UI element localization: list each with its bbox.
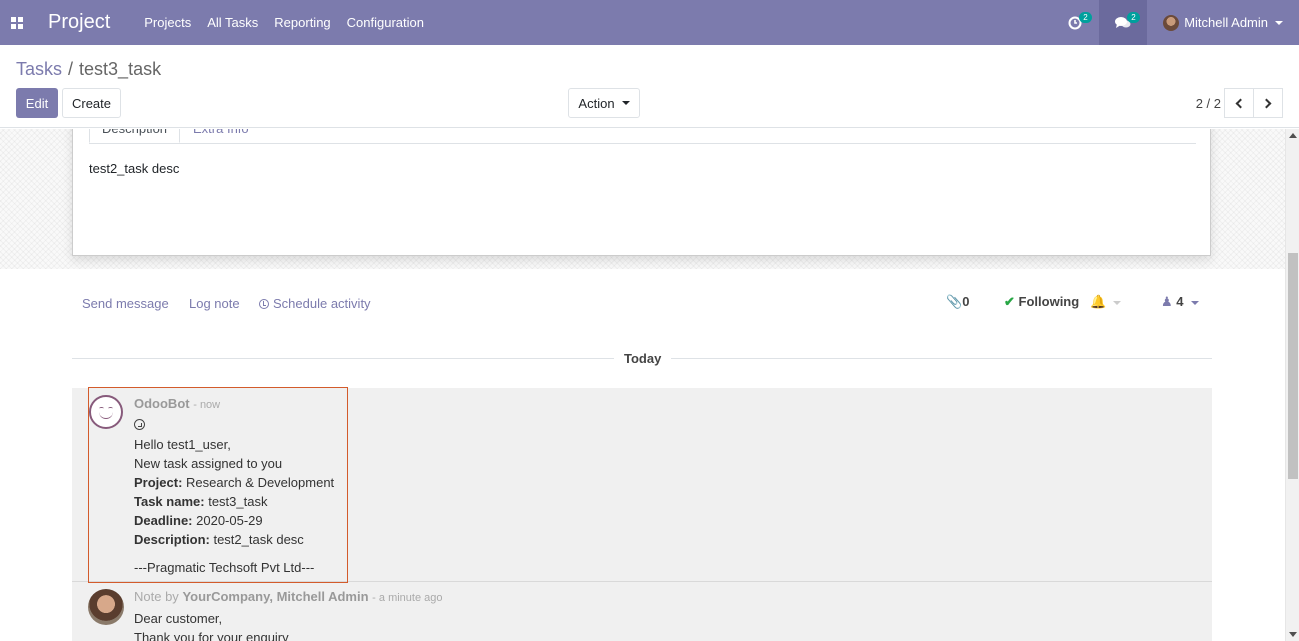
breadcrumb-separator: / bbox=[68, 59, 74, 79]
activities-button[interactable]: 2 bbox=[1051, 0, 1099, 45]
user-avatar bbox=[1163, 14, 1180, 31]
user-menu[interactable]: Mitchell Admin bbox=[1147, 0, 1299, 45]
vertical-scrollbar[interactable] bbox=[1285, 129, 1299, 641]
followers-count: 4 bbox=[1176, 294, 1184, 309]
user-icon: ♟ bbox=[1161, 294, 1173, 309]
message-badge: 2 bbox=[1127, 12, 1140, 23]
chevron-down-icon bbox=[1113, 300, 1122, 305]
message-line: Dear customer, bbox=[134, 611, 223, 626]
scroll-up-icon[interactable] bbox=[1289, 133, 1297, 138]
chevron-left-icon bbox=[1235, 98, 1246, 108]
chatter-topbar: Send message Log note Schedule activity … bbox=[72, 281, 1211, 321]
chevron-right-icon bbox=[1261, 98, 1272, 108]
top-navbar: Project Projects All Tasks Reporting Con… bbox=[0, 0, 1299, 45]
following-button[interactable]: ✔ Following bbox=[1004, 294, 1079, 310]
followers-button[interactable]: ♟ 4 bbox=[1161, 294, 1199, 310]
scrollbar-thumb[interactable] bbox=[1288, 253, 1298, 479]
paperclip-icon: 📎 bbox=[946, 294, 963, 309]
app-title: Project bbox=[48, 11, 111, 33]
bell-icon: 🔔 bbox=[1090, 294, 1107, 309]
pager-previous-button[interactable] bbox=[1224, 88, 1254, 118]
breadcrumb: Tasks / test3_task bbox=[16, 59, 161, 80]
notebook-tabs: Description Extra Info bbox=[89, 129, 1196, 144]
pager-value[interactable]: 2 / 2 bbox=[1196, 96, 1221, 111]
send-message-button[interactable]: Send message bbox=[82, 296, 169, 311]
pager-next-button[interactable] bbox=[1253, 88, 1283, 118]
message-author[interactable]: YourCompany, Mitchell Admin bbox=[182, 589, 368, 604]
following-label: Following bbox=[1018, 294, 1080, 309]
create-button[interactable]: Create bbox=[62, 88, 121, 118]
chevron-down-icon bbox=[1275, 20, 1283, 25]
description-field[interactable]: test2_task desc bbox=[89, 161, 179, 176]
menu-configuration[interactable]: Configuration bbox=[339, 15, 432, 30]
author-avatar bbox=[88, 589, 124, 625]
menu-reporting[interactable]: Reporting bbox=[266, 15, 338, 30]
note-prefix: Note by bbox=[134, 589, 179, 604]
clock-icon bbox=[259, 299, 269, 309]
log-note-button[interactable]: Log note bbox=[189, 296, 240, 311]
apps-menu-icon[interactable] bbox=[0, 0, 33, 45]
chevron-down-icon bbox=[1190, 300, 1199, 305]
control-panel: Tasks / test3_task Edit Create Action 2 / … bbox=[0, 45, 1299, 128]
check-icon: ✔ bbox=[1004, 294, 1015, 309]
date-divider-label: Today bbox=[614, 351, 672, 366]
breadcrumb-tasks-link[interactable]: Tasks bbox=[16, 59, 62, 79]
message-highlight-box bbox=[88, 387, 348, 583]
breadcrumb-current: test3_task bbox=[79, 59, 162, 79]
user-name: Mitchell Admin bbox=[1184, 15, 1268, 30]
action-label: Action bbox=[578, 95, 615, 111]
schedule-activity-label: Schedule activity bbox=[273, 296, 371, 311]
activity-badge: 2 bbox=[1079, 12, 1092, 23]
scroll-down-icon[interactable] bbox=[1289, 632, 1297, 637]
message-date: - a minute ago bbox=[372, 592, 443, 604]
menu-projects[interactable]: Projects bbox=[136, 15, 199, 30]
chevron-down-icon bbox=[621, 101, 630, 105]
menu-all-tasks[interactable]: All Tasks bbox=[199, 15, 266, 30]
tab-description[interactable]: Description bbox=[89, 129, 181, 143]
form-sheet: Description Extra Info test2_task desc bbox=[72, 129, 1211, 256]
edit-button[interactable]: Edit bbox=[16, 88, 58, 118]
attachment-count: 0 bbox=[962, 294, 970, 309]
form-content: Description Extra Info test2_task desc S… bbox=[0, 129, 1285, 641]
tab-extra-info[interactable]: Extra Info bbox=[181, 129, 261, 143]
notification-settings-button[interactable]: 🔔 bbox=[1090, 294, 1122, 310]
attachments-button[interactable]: 📎0 bbox=[946, 294, 969, 310]
schedule-activity-button[interactable]: Schedule activity bbox=[259, 296, 371, 311]
action-dropdown-button[interactable]: Action bbox=[568, 88, 640, 118]
messaging-button[interactable]: 2 bbox=[1099, 0, 1148, 45]
message-line: Thank you for your enquiry bbox=[134, 630, 289, 641]
message-header: Note by YourCompany, Mitchell Admin - a … bbox=[134, 589, 443, 604]
